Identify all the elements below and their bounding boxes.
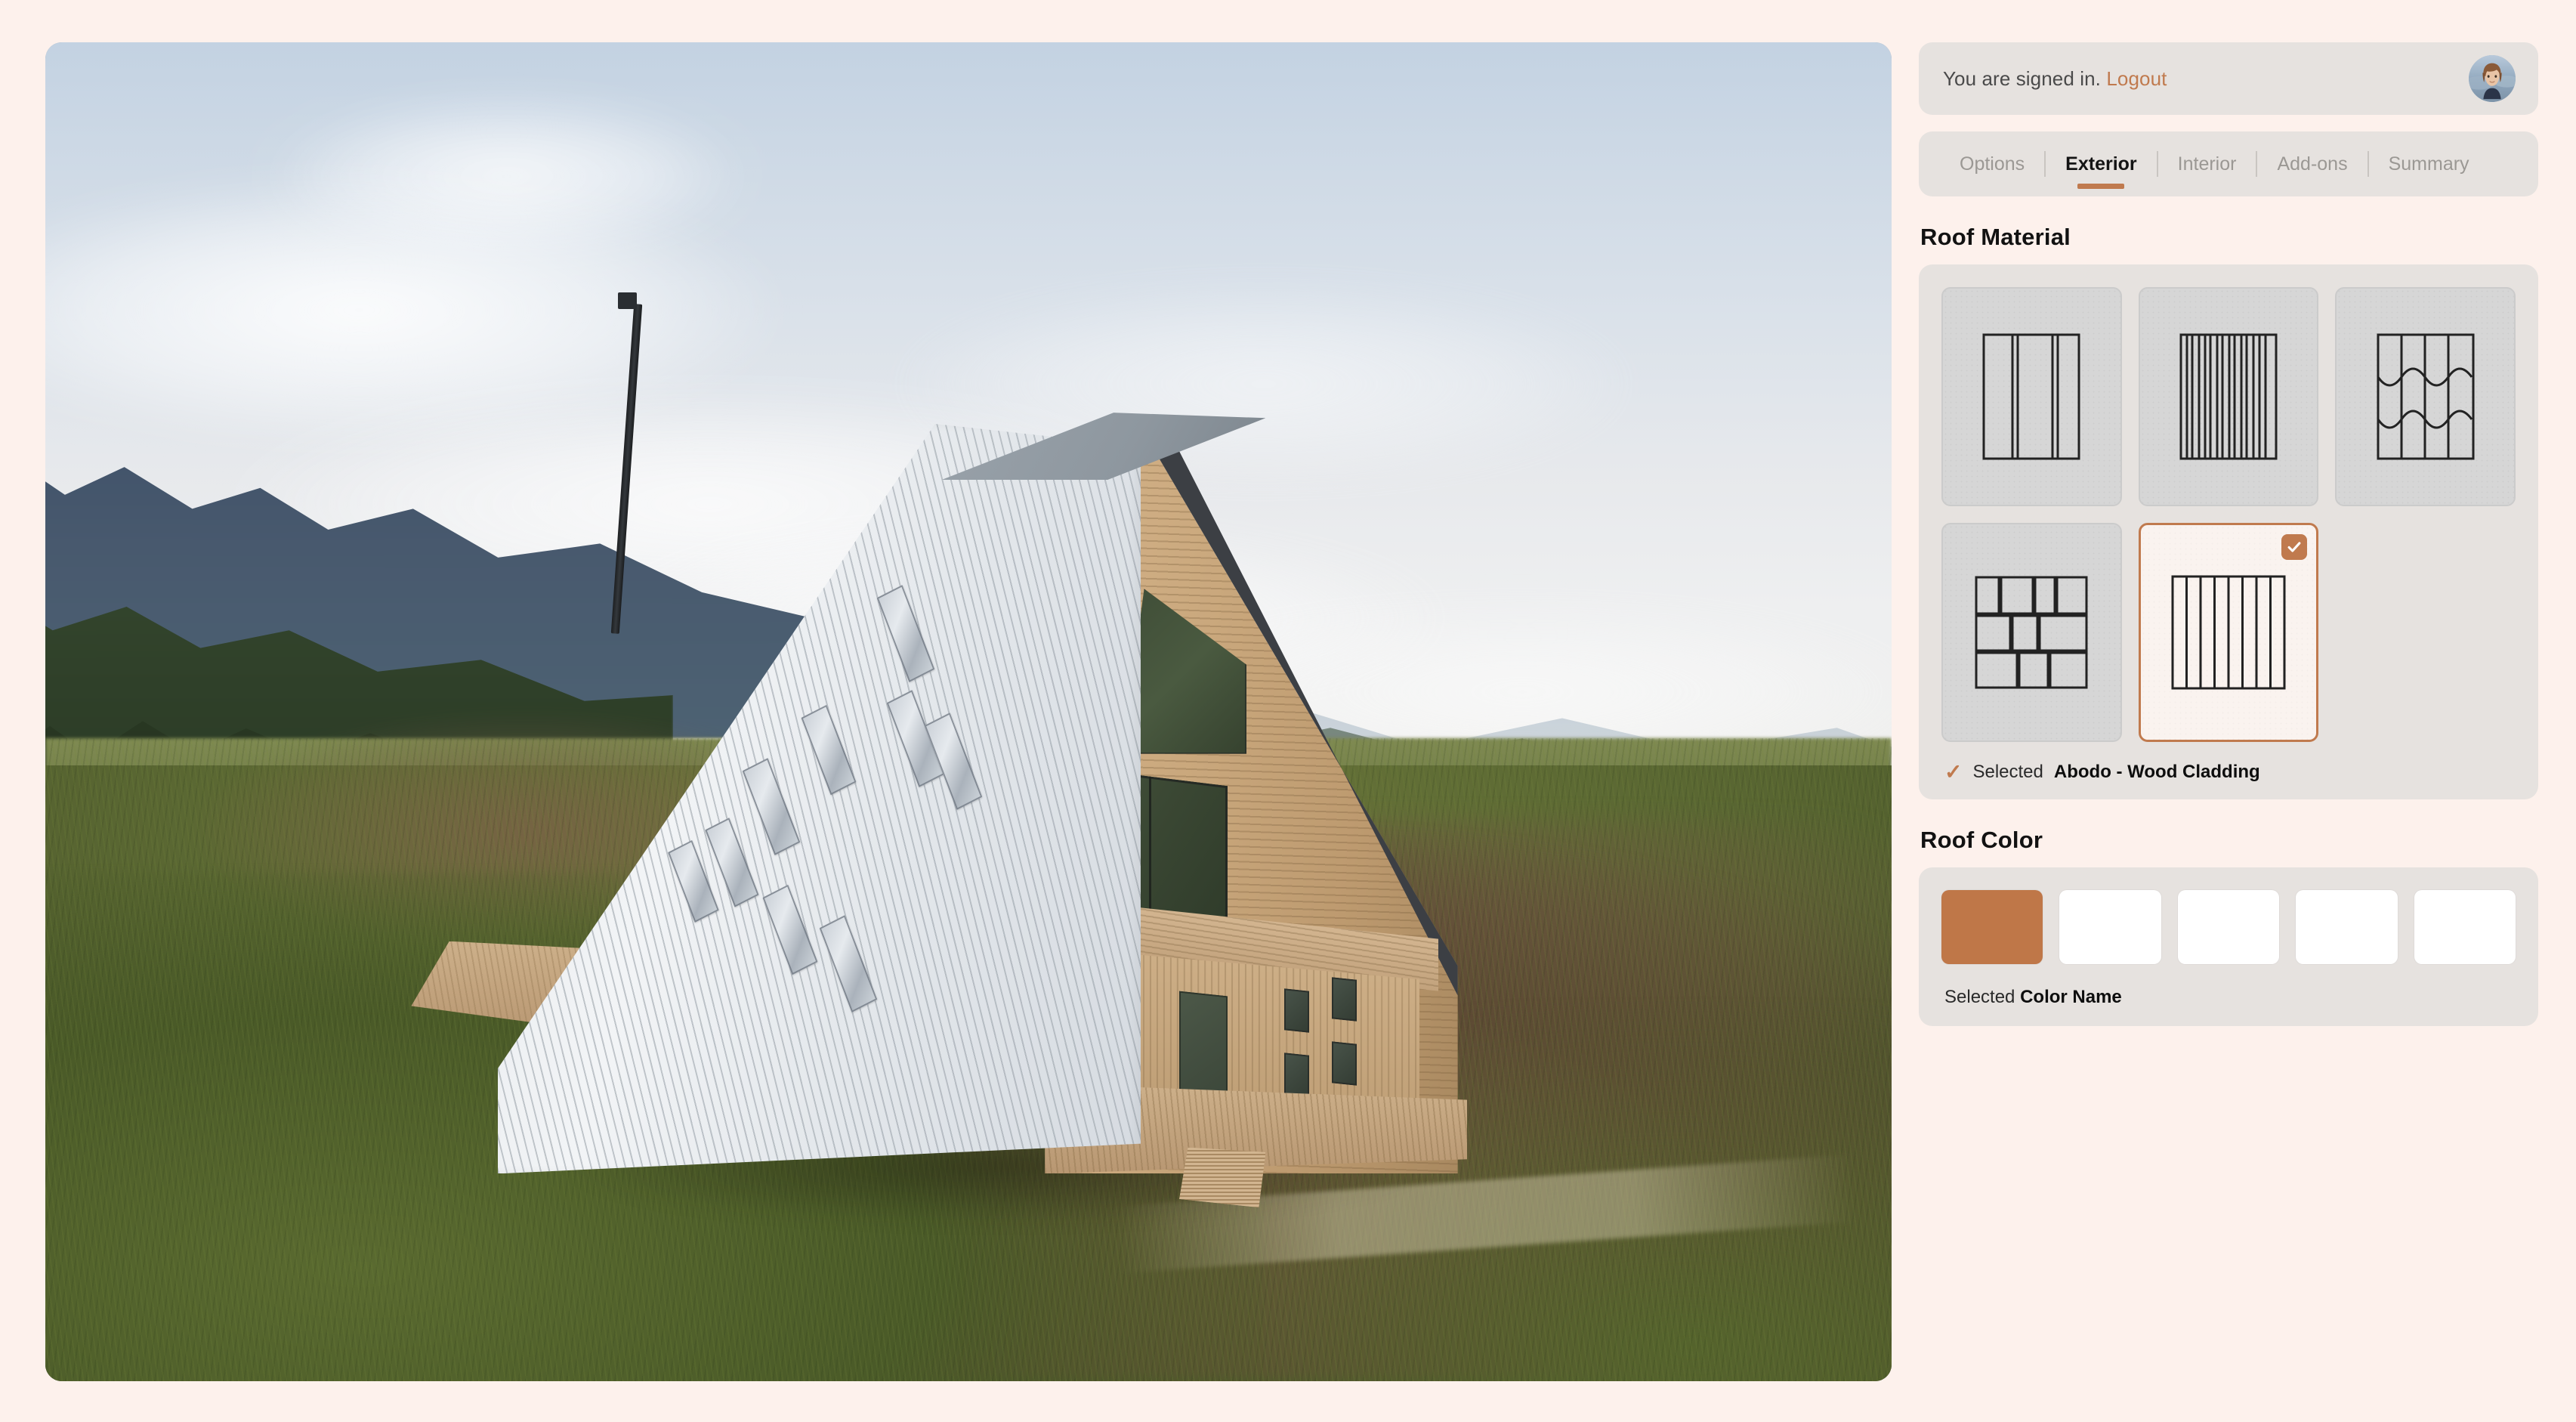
model-viewer[interactable] <box>45 42 1892 1381</box>
configurator-panel: You are signed in. Logout Options Exteri… <box>1919 42 2538 1026</box>
color-option-3[interactable] <box>2177 890 2280 964</box>
signin-status: You are signed in. Logout <box>1943 67 2167 91</box>
wide-vertical-panels-icon <box>1982 333 2080 460</box>
avatar[interactable] <box>2469 55 2516 102</box>
selected-material-name: Abodo - Wood Cladding <box>2053 762 2260 782</box>
selected-check-badge <box>2281 534 2308 560</box>
tab-add-ons[interactable]: Add-ons <box>2257 131 2367 196</box>
selected-prefix: Selected <box>1944 987 2015 1007</box>
roof-color-heading: Roof Color <box>1920 827 2043 853</box>
account-bar: You are signed in. Logout <box>1919 42 2538 115</box>
small-window <box>1332 977 1357 1022</box>
scene-render <box>45 42 1892 1381</box>
color-option-2[interactable] <box>2059 890 2161 964</box>
vertical-planks-icon <box>2171 575 2286 690</box>
small-window <box>1283 1052 1309 1096</box>
check-icon <box>2287 542 2301 552</box>
color-option-1[interactable] <box>1941 890 2043 964</box>
material-option-staggered-stone-blocks[interactable] <box>1941 523 2122 742</box>
roof-material-grid <box>1941 287 2516 742</box>
roof-material-selected: ✓ Selected Abodo - Wood Cladding <box>1941 762 2516 783</box>
material-option-narrow-vertical-slats[interactable] <box>2138 287 2319 506</box>
tab-options[interactable]: Options <box>1940 131 2044 196</box>
tab-summary[interactable]: Summary <box>2369 131 2489 196</box>
color-option-5[interactable] <box>2414 890 2516 964</box>
tab-exterior[interactable]: Exterior <box>2046 131 2156 196</box>
a-frame-cabin <box>411 292 1468 1226</box>
deck-stairs <box>1179 1147 1266 1207</box>
roof-material-panel: ✓ Selected Abodo - Wood Cladding <box>1919 264 2538 799</box>
selected-color-name: Color Name <box>2020 987 2122 1007</box>
roof-color-grid <box>1941 890 2516 964</box>
configurator-app: You are signed in. Logout Options Exteri… <box>0 0 2576 1422</box>
signin-status-text: You are signed in. <box>1943 66 2102 90</box>
color-option-4[interactable] <box>2296 890 2398 964</box>
small-window <box>1283 988 1309 1033</box>
roof-panel <box>497 424 1141 1174</box>
check-icon: ✓ <box>1944 760 1963 784</box>
selected-prefix: Selected <box>1972 762 2043 782</box>
roof-material-heading: Roof Material <box>1920 224 2071 250</box>
chimney-cap <box>617 292 638 310</box>
section-tabs: Options Exterior Interior Add-ons Summar… <box>1919 131 2538 196</box>
roof-color-panel: Selected Color Name <box>1919 867 2538 1026</box>
small-window <box>1332 1040 1357 1085</box>
material-option-vertical-planks[interactable] <box>2138 523 2319 742</box>
staggered-stone-blocks-icon <box>1975 576 2088 689</box>
wavy-curved-tiles-icon <box>2377 333 2475 460</box>
tab-interior[interactable]: Interior <box>2158 131 2256 196</box>
roof-color-selected: Selected Color Name <box>1941 987 2516 1008</box>
material-option-wavy-curved-tiles[interactable] <box>2335 287 2516 506</box>
narrow-vertical-slats-icon <box>2179 333 2278 460</box>
logout-link[interactable]: Logout <box>2106 67 2167 90</box>
material-option-wide-vertical-panels[interactable] <box>1941 287 2122 506</box>
